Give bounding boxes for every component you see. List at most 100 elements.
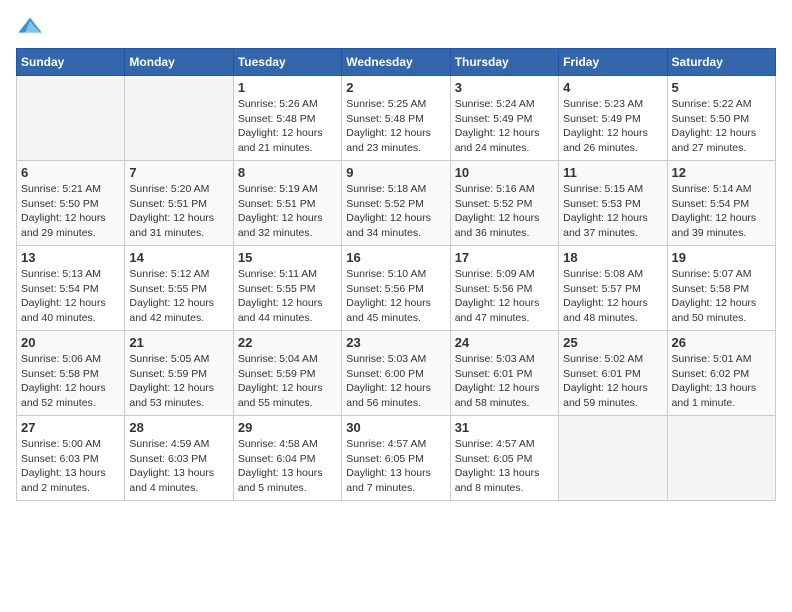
day-info: Sunrise: 5:01 AM Sunset: 6:02 PM Dayligh… (672, 352, 771, 411)
day-info: Sunrise: 4:57 AM Sunset: 6:05 PM Dayligh… (455, 437, 554, 496)
day-number: 17 (455, 250, 554, 265)
day-number: 13 (21, 250, 120, 265)
calendar-cell: 18 Sunrise: 5:08 AM Sunset: 5:57 PM Dayli… (559, 246, 667, 331)
day-number: 11 (563, 165, 662, 180)
day-number: 3 (455, 80, 554, 95)
day-info: Sunrise: 5:20 AM Sunset: 5:51 PM Dayligh… (129, 182, 228, 241)
day-info: Sunrise: 4:58 AM Sunset: 6:04 PM Dayligh… (238, 437, 337, 496)
day-info: Sunrise: 5:08 AM Sunset: 5:57 PM Dayligh… (563, 267, 662, 326)
weekday-header-wednesday: Wednesday (342, 49, 450, 76)
calendar-cell: 8 Sunrise: 5:19 AM Sunset: 5:51 PM Daylig… (233, 161, 341, 246)
logo-icon (16, 16, 44, 36)
calendar-cell: 31 Sunrise: 4:57 AM Sunset: 6:05 PM Dayli… (450, 416, 558, 501)
calendar-cell: 4 Sunrise: 5:23 AM Sunset: 5:49 PM Daylig… (559, 76, 667, 161)
calendar-cell: 9 Sunrise: 5:18 AM Sunset: 5:52 PM Daylig… (342, 161, 450, 246)
day-info: Sunrise: 5:03 AM Sunset: 6:01 PM Dayligh… (455, 352, 554, 411)
calendar-cell: 15 Sunrise: 5:11 AM Sunset: 5:55 PM Dayli… (233, 246, 341, 331)
calendar-cell: 17 Sunrise: 5:09 AM Sunset: 5:56 PM Dayli… (450, 246, 558, 331)
day-number: 24 (455, 335, 554, 350)
weekday-header-monday: Monday (125, 49, 233, 76)
calendar-cell: 10Sunrise: 5:16 AM Sunset: 5:52 PM Dayli… (450, 161, 558, 246)
day-number: 6 (21, 165, 120, 180)
day-number: 16 (346, 250, 445, 265)
day-info: Sunrise: 5:03 AM Sunset: 6:00 PM Dayligh… (346, 352, 445, 411)
day-number: 31 (455, 420, 554, 435)
calendar-cell: 30Sunrise: 4:57 AM Sunset: 6:05 PM Dayli… (342, 416, 450, 501)
day-number: 14 (129, 250, 228, 265)
day-number: 23 (346, 335, 445, 350)
day-info: Sunrise: 5:26 AM Sunset: 5:48 PM Dayligh… (238, 97, 337, 156)
day-number: 28 (129, 420, 228, 435)
day-info: Sunrise: 5:23 AM Sunset: 5:49 PM Dayligh… (563, 97, 662, 156)
logo (16, 16, 48, 36)
calendar-cell: 12 Sunrise: 5:14 AM Sunset: 5:54 PM Dayli… (667, 161, 775, 246)
day-info: Sunrise: 5:25 AM Sunset: 5:48 PM Dayligh… (346, 97, 445, 156)
day-info: Sunrise: 5:07 AM Sunset: 5:58 PM Dayligh… (672, 267, 771, 326)
day-info: Sunrise: 5:00 AM Sunset: 6:03 PM Dayligh… (21, 437, 120, 496)
day-number: 25 (563, 335, 662, 350)
calendar-week-0: 1 Sunrise: 5:26 AM Sunset: 5:48 PM Daylig… (17, 76, 776, 161)
day-number: 20 (21, 335, 120, 350)
day-number: 4 (563, 80, 662, 95)
day-info: Sunrise: 5:16 AM Sunset: 5:52 PM Dayligh… (455, 182, 554, 241)
day-number: 2 (346, 80, 445, 95)
day-number: 5 (672, 80, 771, 95)
day-info: Sunrise: 5:05 AM Sunset: 5:59 PM Dayligh… (129, 352, 228, 411)
calendar-cell: 28Sunrise: 4:59 AM Sunset: 6:03 PM Dayli… (125, 416, 233, 501)
calendar-cell: 11 Sunrise: 5:15 AM Sunset: 5:53 PM Dayli… (559, 161, 667, 246)
calendar-cell: 6 Sunrise: 5:21 AM Sunset: 5:50 PM Daylig… (17, 161, 125, 246)
calendar-cell: 1 Sunrise: 5:26 AM Sunset: 5:48 PM Daylig… (233, 76, 341, 161)
day-info: Sunrise: 5:09 AM Sunset: 5:56 PM Dayligh… (455, 267, 554, 326)
calendar-cell (667, 416, 775, 501)
day-number: 19 (672, 250, 771, 265)
calendar-cell: 3 Sunrise: 5:24 AM Sunset: 5:49 PM Daylig… (450, 76, 558, 161)
weekday-header-sunday: Sunday (17, 49, 125, 76)
calendar-week-1: 6 Sunrise: 5:21 AM Sunset: 5:50 PM Daylig… (17, 161, 776, 246)
calendar-cell: 21 Sunrise: 5:05 AM Sunset: 5:59 PM Dayli… (125, 331, 233, 416)
day-info: Sunrise: 5:18 AM Sunset: 5:52 PM Dayligh… (346, 182, 445, 241)
calendar-cell: 16 Sunrise: 5:10 AM Sunset: 5:56 PM Dayli… (342, 246, 450, 331)
calendar-cell: 23 Sunrise: 5:03 AM Sunset: 6:00 PM Dayli… (342, 331, 450, 416)
calendar-header-row: SundayMondayTuesdayWednesdayThursdayFrid… (17, 49, 776, 76)
calendar-cell (125, 76, 233, 161)
calendar-cell: 5 Sunrise: 5:22 AM Sunset: 5:50 PM Daylig… (667, 76, 775, 161)
day-info: Sunrise: 5:21 AM Sunset: 5:50 PM Dayligh… (21, 182, 120, 241)
day-info: Sunrise: 5:12 AM Sunset: 5:55 PM Dayligh… (129, 267, 228, 326)
day-number: 9 (346, 165, 445, 180)
day-number: 22 (238, 335, 337, 350)
day-number: 1 (238, 80, 337, 95)
calendar-cell: 24 Sunrise: 5:03 AM Sunset: 6:01 PM Dayli… (450, 331, 558, 416)
weekday-header-saturday: Saturday (667, 49, 775, 76)
day-number: 27 (21, 420, 120, 435)
day-number: 8 (238, 165, 337, 180)
day-number: 15 (238, 250, 337, 265)
calendar-week-4: 27 Sunrise: 5:00 AM Sunset: 6:03 PM Dayli… (17, 416, 776, 501)
day-info: Sunrise: 5:19 AM Sunset: 5:51 PM Dayligh… (238, 182, 337, 241)
day-info: Sunrise: 5:10 AM Sunset: 5:56 PM Dayligh… (346, 267, 445, 326)
day-number: 7 (129, 165, 228, 180)
calendar-cell: 29 Sunrise: 4:58 AM Sunset: 6:04 PM Dayli… (233, 416, 341, 501)
day-info: Sunrise: 5:11 AM Sunset: 5:55 PM Dayligh… (238, 267, 337, 326)
calendar-cell: 2 Sunrise: 5:25 AM Sunset: 5:48 PM Daylig… (342, 76, 450, 161)
calendar-cell: 7 Sunrise: 5:20 AM Sunset: 5:51 PM Daylig… (125, 161, 233, 246)
calendar-cell: 25Sunrise: 5:02 AM Sunset: 6:01 PM Dayli… (559, 331, 667, 416)
calendar-cell: 27 Sunrise: 5:00 AM Sunset: 6:03 PM Dayli… (17, 416, 125, 501)
day-number: 30 (346, 420, 445, 435)
day-number: 18 (563, 250, 662, 265)
calendar-cell: 20 Sunrise: 5:06 AM Sunset: 5:58 PM Dayli… (17, 331, 125, 416)
day-number: 12 (672, 165, 771, 180)
calendar-cell: 14 Sunrise: 5:12 AM Sunset: 5:55 PM Dayli… (125, 246, 233, 331)
day-number: 21 (129, 335, 228, 350)
calendar-cell (17, 76, 125, 161)
day-info: Sunrise: 5:24 AM Sunset: 5:49 PM Dayligh… (455, 97, 554, 156)
calendar-body: 1 Sunrise: 5:26 AM Sunset: 5:48 PM Daylig… (17, 76, 776, 501)
day-info: Sunrise: 5:04 AM Sunset: 5:59 PM Dayligh… (238, 352, 337, 411)
day-number: 29 (238, 420, 337, 435)
day-info: Sunrise: 5:15 AM Sunset: 5:53 PM Dayligh… (563, 182, 662, 241)
day-info: Sunrise: 5:14 AM Sunset: 5:54 PM Dayligh… (672, 182, 771, 241)
day-info: Sunrise: 5:06 AM Sunset: 5:58 PM Dayligh… (21, 352, 120, 411)
calendar-cell: 26Sunrise: 5:01 AM Sunset: 6:02 PM Dayli… (667, 331, 775, 416)
day-info: Sunrise: 5:22 AM Sunset: 5:50 PM Dayligh… (672, 97, 771, 156)
page-header (16, 16, 776, 36)
calendar-table: SundayMondayTuesdayWednesdayThursdayFrid… (16, 48, 776, 501)
